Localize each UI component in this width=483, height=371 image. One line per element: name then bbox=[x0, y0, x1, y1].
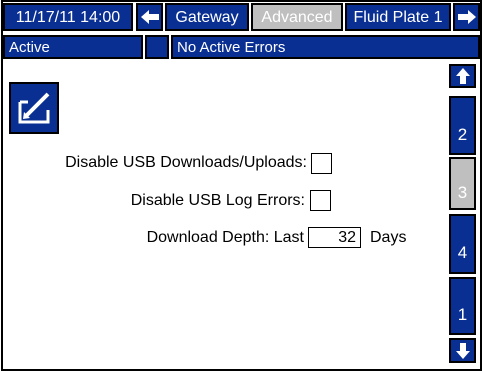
usb-downloads-label: Disable USB Downloads/Uploads: bbox=[65, 154, 307, 171]
arrow-right-icon bbox=[457, 10, 476, 24]
usb-log-errors-checkbox[interactable] bbox=[310, 190, 331, 211]
side-tab-3-label: 3 bbox=[457, 182, 468, 202]
side-tab-2[interactable]: 2 bbox=[449, 96, 476, 155]
arrow-up-icon bbox=[455, 68, 470, 84]
side-tab-3[interactable]: 3 bbox=[449, 157, 476, 210]
download-depth-unit: Days bbox=[370, 229, 407, 246]
side-tab-1-label: 1 bbox=[457, 305, 468, 324]
side-tab-4-label: 4 bbox=[457, 243, 468, 262]
usb-log-errors-label: Disable USB Log Errors: bbox=[130, 192, 305, 209]
edit-button[interactable] bbox=[9, 82, 59, 134]
download-depth-input[interactable]: 32 bbox=[308, 227, 361, 248]
datetime-display: 11/17/11 14:00 bbox=[3, 3, 133, 31]
tab-advanced[interactable]: Advanced bbox=[251, 3, 343, 31]
edit-icon bbox=[18, 92, 50, 124]
arrow-left-icon bbox=[140, 10, 159, 24]
tab-fluid-plate-1[interactable]: Fluid Plate 1 bbox=[345, 3, 451, 31]
error-status: No Active Errors bbox=[171, 35, 480, 59]
tab-gateway[interactable]: Gateway bbox=[165, 3, 249, 31]
scroll-up-button[interactable] bbox=[449, 64, 476, 88]
tab-next-button[interactable] bbox=[453, 3, 480, 31]
usb-downloads-checkbox[interactable] bbox=[311, 153, 332, 174]
status-indicator bbox=[145, 35, 169, 59]
tab-prev-button[interactable] bbox=[136, 3, 163, 31]
machine-status: Active bbox=[3, 35, 143, 59]
download-depth-label: Download Depth: Last bbox=[146, 229, 304, 246]
arrow-down-icon bbox=[455, 342, 470, 359]
side-tab-2-label: 2 bbox=[457, 124, 468, 144]
side-tab-4[interactable]: 4 bbox=[449, 214, 476, 274]
side-tab-1[interactable]: 1 bbox=[449, 277, 476, 335]
scroll-down-button[interactable] bbox=[449, 338, 476, 363]
